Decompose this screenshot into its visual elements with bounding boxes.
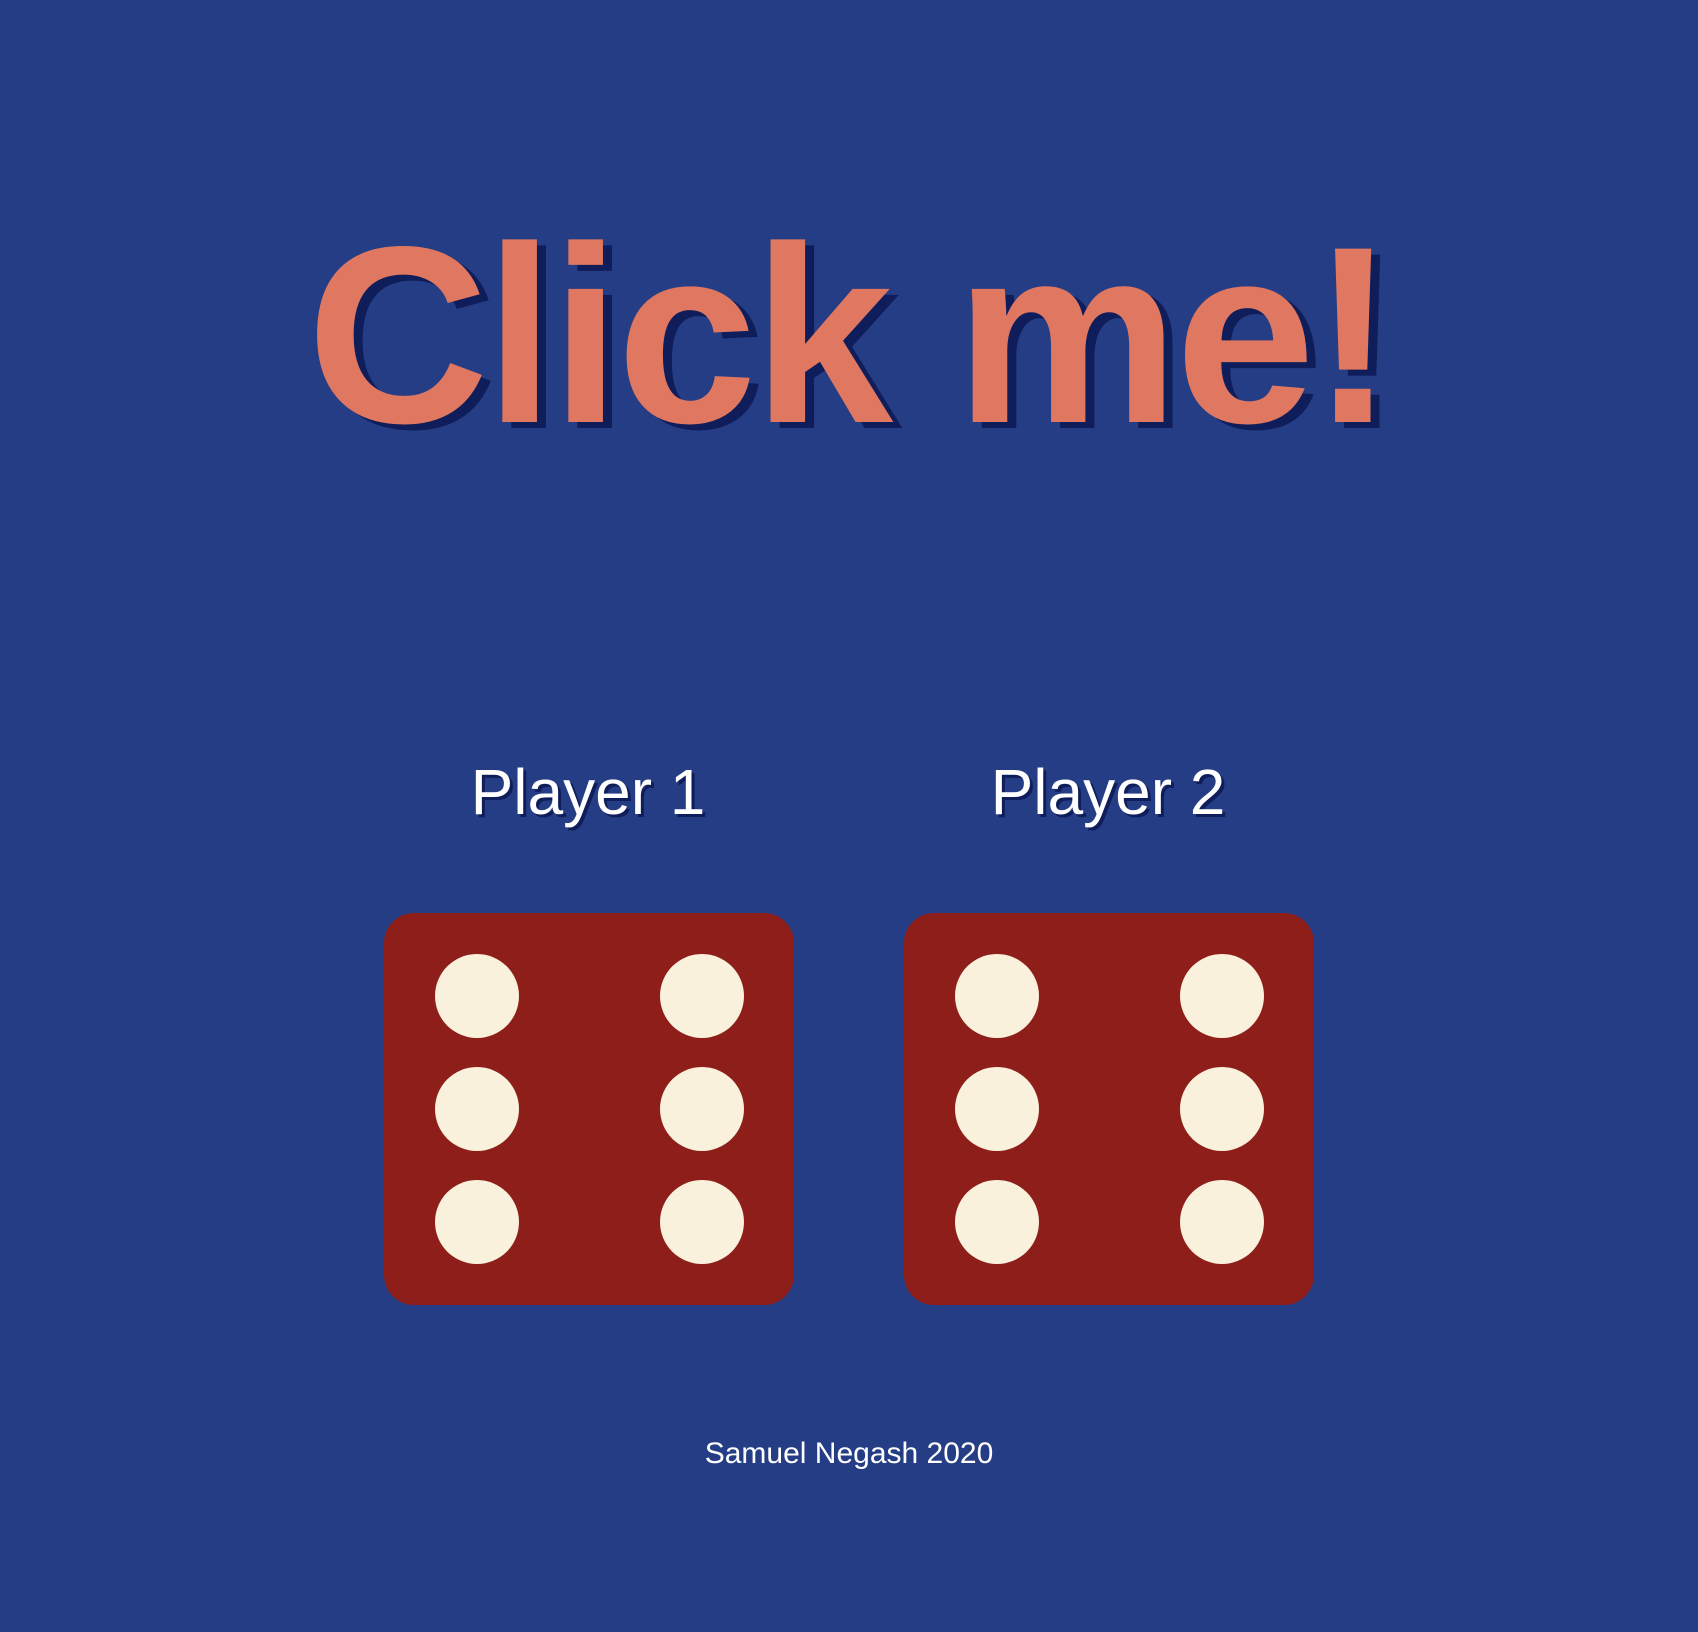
die-pip	[955, 1067, 1039, 1151]
die-pip	[435, 1067, 519, 1151]
player-2-label: Player 2	[990, 756, 1226, 828]
die-pip	[660, 1180, 744, 1264]
player-1-section: Player 1	[378, 760, 798, 824]
die-pip	[1180, 1067, 1264, 1151]
player-2-die-six-icon	[904, 913, 1314, 1305]
footer-credit: Samuel Negash 2020	[704, 1437, 994, 1470]
die-pip	[435, 954, 519, 1038]
player-1-label: Player 1	[470, 756, 706, 828]
player-2-section: Player 2	[898, 760, 1318, 824]
die-pip	[660, 954, 744, 1038]
player-1-die-six-icon	[384, 913, 794, 1305]
die-pip	[1180, 1180, 1264, 1264]
die-pip	[955, 1180, 1039, 1264]
die-pip	[660, 1067, 744, 1151]
click-me-title[interactable]: Click me!	[0, 210, 1698, 462]
die-pip	[1180, 954, 1264, 1038]
die-pip	[955, 954, 1039, 1038]
die-pip	[435, 1180, 519, 1264]
